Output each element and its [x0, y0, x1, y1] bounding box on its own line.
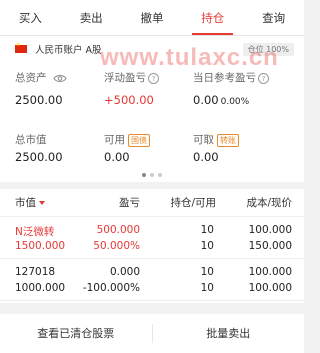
header-pl: 盈亏 — [119, 197, 140, 209]
tab-sell[interactable]: 卖出 — [61, 0, 122, 35]
tab-positions[interactable]: 持仓 — [182, 0, 243, 35]
header-cost: 成本/现价 — [246, 197, 292, 209]
table-row[interactable]: 127018 1000.000 0.000 -100.000% 10 10 10… — [0, 259, 304, 301]
today-pl-value: 0.00 0.00% — [193, 93, 249, 107]
tab-query[interactable]: 查询 — [243, 0, 304, 35]
stock-market-value: 1000.000 — [15, 282, 66, 294]
stock-cost: 100.000 — [248, 266, 292, 278]
stock-price: 100.000 — [248, 282, 292, 294]
stock-pl: 500.000 — [96, 224, 140, 236]
positions-table: 市值 盈亏 持仓/可用 成本/现价 N泛微转 1500.000 500.000 … — [0, 189, 304, 303]
transfer-link[interactable]: 转账 — [217, 133, 239, 147]
stock-pl: 0.000 — [109, 266, 140, 278]
account-row[interactable]: 人民币账户 A股 仓位 100% — [15, 41, 294, 57]
stock-holding: 10 — [200, 266, 214, 278]
position-ratio-badge: 仓位 100% — [242, 42, 294, 56]
stock-name: N泛微转 — [15, 226, 55, 238]
total-assets-value: 2500.00 — [15, 93, 63, 107]
view-cleared-stocks-button[interactable]: 查看已清仓股票 — [0, 314, 152, 353]
help-icon[interactable]: ? — [258, 72, 269, 84]
tab-buy[interactable]: 买入 — [0, 0, 61, 35]
page-dot — [158, 173, 162, 177]
footer-actions: 查看已清仓股票 批量卖出 — [0, 314, 304, 353]
help-icon[interactable]: ? — [148, 72, 159, 84]
stock-price: 150.000 — [248, 240, 292, 252]
available-label-text: 可用 — [104, 134, 125, 146]
stock-available: 10 — [200, 240, 214, 252]
eye-icon[interactable] — [53, 74, 67, 83]
today-pl-label-text: 当日参考盈亏 — [193, 72, 256, 84]
total-assets-label-text: 总资产 — [15, 72, 47, 84]
floating-pl-value: +500.00 — [104, 93, 154, 107]
trade-tabs: 买入 卖出 撤单 持仓 查询 — [0, 0, 304, 36]
header-market-value[interactable]: 市值 — [15, 189, 45, 217]
table-row[interactable]: N泛微转 1500.000 500.000 50.000% 10 10 100.… — [0, 217, 304, 259]
available-value: 0.00 — [104, 150, 130, 164]
withdrawable-value: 0.00 — [193, 150, 219, 164]
available-label: 可用 国债 — [104, 132, 150, 147]
today-pl-percent: 0.00% — [220, 97, 250, 107]
sort-down-icon — [39, 201, 45, 205]
tab-cancel[interactable]: 撤单 — [122, 0, 183, 35]
stock-available: 10 — [200, 282, 214, 294]
stock-cost: 100.000 — [248, 224, 292, 236]
floating-pl-label: 浮动盈亏? — [104, 70, 159, 85]
stock-pl-percent: 50.000% — [93, 240, 140, 252]
page-dot — [142, 173, 146, 177]
market-value-label: 总市值 — [15, 134, 47, 146]
batch-sell-button[interactable]: 批量卖出 — [153, 314, 305, 353]
page-indicator — [0, 173, 304, 177]
account-name: 人民币账户 A股 — [35, 45, 102, 56]
stock-name: 127018 — [15, 266, 56, 278]
table-header: 市值 盈亏 持仓/可用 成本/现价 — [0, 189, 304, 217]
today-pl-label: 当日参考盈亏? — [193, 70, 269, 85]
account-summary-card: 人民币账户 A股 仓位 100% 总资产 2500.00 浮动盈亏? +500.… — [0, 36, 304, 182]
page-dot — [150, 173, 154, 177]
withdrawable-label: 可取 转账 — [193, 132, 239, 147]
stock-pl-percent: -100.000% — [82, 282, 140, 294]
flag-icon — [15, 42, 27, 53]
today-pl-amount: 0.00 — [193, 93, 219, 107]
treasury-link[interactable]: 国债 — [128, 133, 150, 147]
header-market-value-text: 市值 — [15, 197, 36, 209]
total-assets-label: 总资产 — [15, 70, 67, 85]
stock-market-value: 1500.000 — [15, 240, 66, 252]
floating-pl-label-text: 浮动盈亏 — [104, 72, 146, 84]
withdrawable-label-text: 可取 — [193, 134, 214, 146]
market-value-value: 2500.00 — [15, 150, 63, 164]
stock-holding: 10 — [200, 224, 214, 236]
header-holding: 持仓/可用 — [170, 197, 216, 209]
